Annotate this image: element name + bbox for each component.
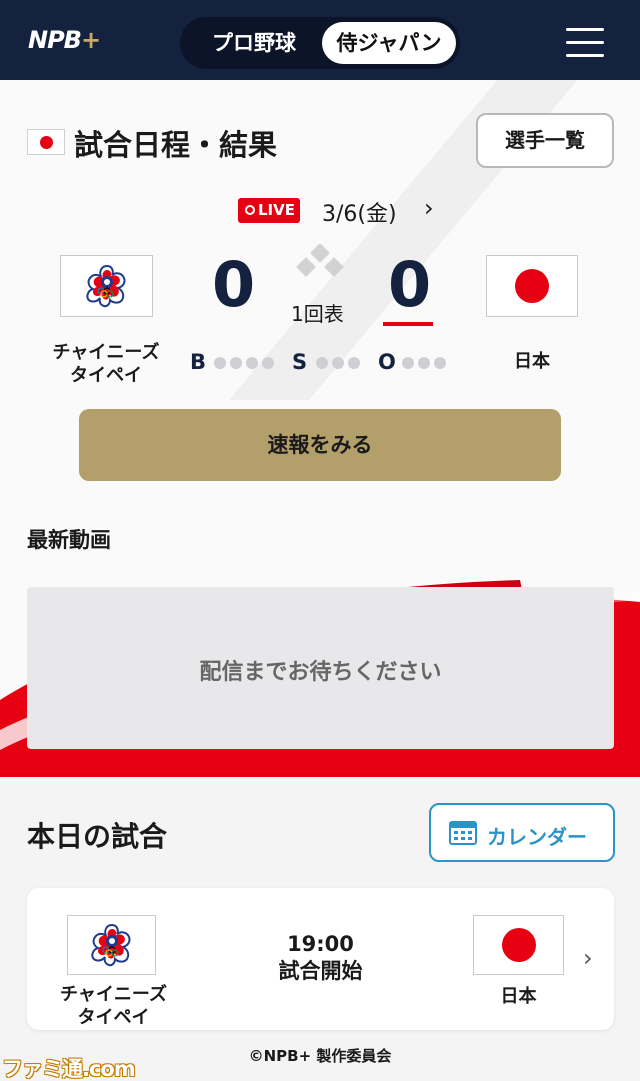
menu-icon[interactable] [566,28,604,58]
inning-label: 1回表 [291,302,344,326]
today-game-card[interactable]: チャイニーズ タイペイ 19:00 試合開始 日本 › [27,888,614,1030]
ball-count-label: B [190,350,207,374]
latest-videos-title: 最新動画 [27,528,111,552]
japan-flag-icon [27,129,65,155]
calendar-icon [449,821,477,845]
strike-dot [348,357,360,369]
home-team-name: 日本 [514,351,550,372]
chinese-taipei-emblem-icon [85,264,125,308]
app-header: NPB+ プロ野球 侍ジャパン [0,0,640,80]
npb-plus-logo[interactable]: NPB+ [28,26,101,54]
tab-samurai-japan[interactable]: 侍ジャパン [322,22,456,64]
chevron-right-icon[interactable]: › [424,194,434,222]
home-team-flag [486,255,578,317]
todays-games-title: 本日の試合 [27,820,168,853]
live-updates-button[interactable]: 速報をみる [79,409,561,481]
away-team-name: チャイニーズ タイペイ [52,342,160,386]
home-team-flag [473,915,564,975]
ball-dot [262,357,274,369]
japan-flag-icon [515,269,549,303]
game-date: 3/6(金) [322,202,397,227]
ball-dot [230,357,242,369]
out-dot [434,357,446,369]
japan-flag-icon [501,928,536,962]
away-team-name: チャイニーズ タイペイ [60,984,167,1028]
away-team-flag [60,255,153,317]
batting-indicator [383,322,433,326]
chevron-right-icon[interactable]: › [583,944,593,972]
video-placeholder: 配信までお待ちください [27,587,614,749]
ball-dot [246,357,258,369]
out-dot [402,357,414,369]
home-team-name: 日本 [500,986,537,1007]
strike-count-label: S [292,350,308,374]
schedule-title: 試合日程・結果 [74,128,278,162]
player-list-button[interactable]: 選手一覧 [476,113,614,168]
strike-dot [332,357,344,369]
video-placeholder-text: 配信までお待ちください [199,660,442,685]
away-score: 0 [212,248,256,321]
tab-pro-baseball[interactable]: プロ野球 [186,22,322,64]
home-score: 0 [388,248,432,321]
tab-switcher: プロ野球 侍ジャパン [180,17,460,69]
ball-dot [214,357,226,369]
bases-diamond-icon [296,244,344,277]
out-count-label: O [378,350,396,374]
out-dot [418,357,430,369]
live-badge: LIVE [238,198,300,223]
strike-dot [316,357,328,369]
calendar-button[interactable]: カレンダー [429,803,615,862]
calendar-button-label: カレンダー [487,825,587,849]
publisher-watermark: ファミ通.com [2,1057,136,1081]
